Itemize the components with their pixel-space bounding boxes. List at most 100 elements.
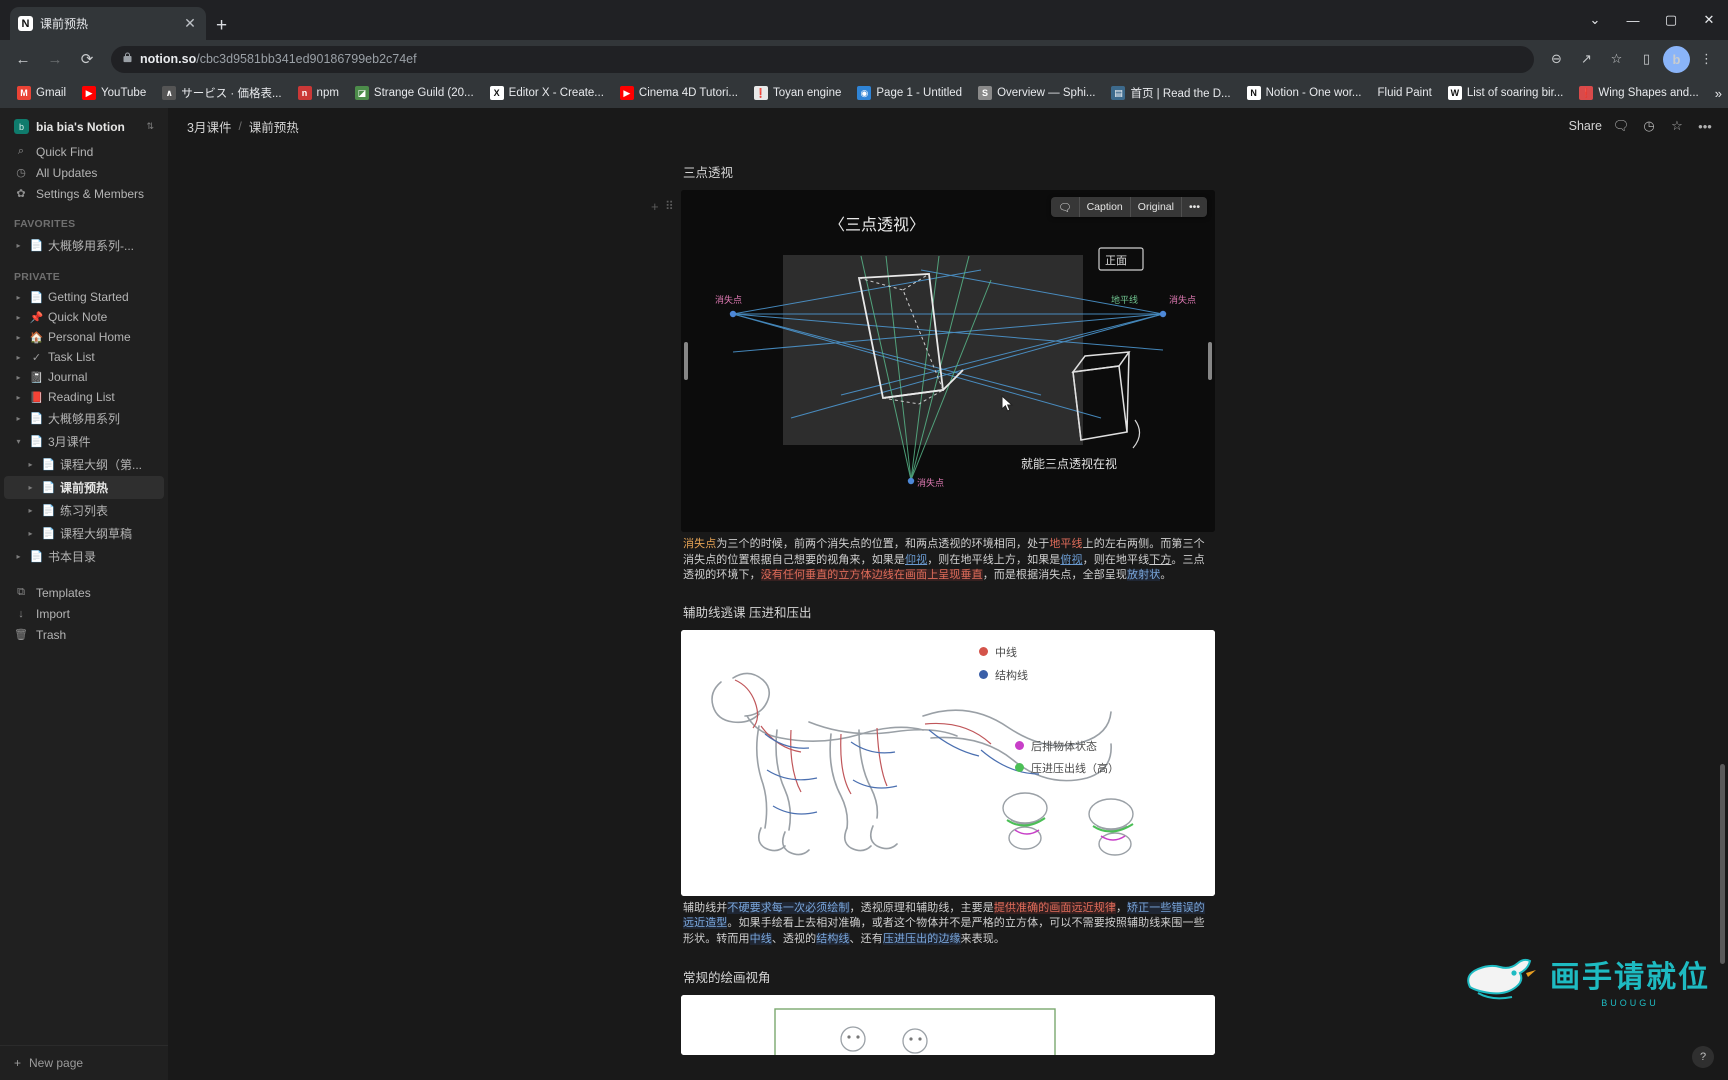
expand-caret-icon[interactable]: ▸: [12, 333, 25, 342]
sidebar-item-trash[interactable]: 🗑 Trash: [4, 624, 164, 645]
sidebar-page-item[interactable]: ▸ 🏠 Personal Home: [4, 327, 164, 347]
expand-caret-icon[interactable]: ▸: [12, 414, 25, 423]
image-three-point-perspective[interactable]: 正面 消失点 地平线 消失点 消失点 〈三点透视〉 就能三点透视在视 🗨 Cap…: [681, 190, 1215, 532]
expand-caret-icon[interactable]: ▸: [12, 313, 25, 322]
sidebar-page-item[interactable]: ▸ ✓ Task List: [4, 347, 164, 367]
tab-title: 课前预热: [40, 17, 89, 31]
side-panel-icon[interactable]: ▯: [1633, 46, 1660, 73]
expand-caret-icon[interactable]: ▸: [12, 241, 25, 250]
breadcrumb-current[interactable]: 课前预热: [244, 115, 304, 138]
zoom-icon[interactable]: ⊖: [1543, 46, 1570, 73]
caption-button[interactable]: Caption: [1080, 197, 1130, 217]
sidebar-item-quick-find[interactable]: ⌕ Quick Find: [4, 141, 164, 162]
bookmark-item[interactable]: ∧ サービス · 価格表...: [155, 82, 288, 104]
profile-avatar[interactable]: b: [1663, 45, 1690, 73]
sidebar-item-all-updates[interactable]: ◷ All Updates: [4, 162, 164, 183]
sidebar-page-item[interactable]: ▸ 📄 Getting Started: [4, 287, 164, 307]
expand-caret-icon[interactable]: ▸: [12, 393, 25, 402]
bookmark-item[interactable]: X Editor X - Create...: [483, 83, 611, 103]
sidebar-item-import[interactable]: ↓ Import: [4, 603, 164, 624]
sidebar-page-item[interactable]: ▾ 📄 3月课件: [4, 430, 164, 453]
sidebar-item-templates[interactable]: ⧉ Templates: [4, 582, 164, 603]
sidebar-page-item[interactable]: ▸ 📄 大概够用系列: [4, 407, 164, 430]
original-button[interactable]: Original: [1131, 197, 1181, 217]
sidebar-page-item[interactable]: ▸ 📓 Journal: [4, 367, 164, 387]
close-window-icon[interactable]: ✕: [1690, 3, 1728, 37]
updates-icon[interactable]: ◷: [1640, 118, 1658, 134]
image-resize-handle-right[interactable]: [1208, 342, 1212, 380]
drag-handle-icon[interactable]: ⠿: [665, 199, 674, 213]
sidebar-page-item[interactable]: ▸ 📄 练习列表: [4, 499, 164, 522]
comment-icon[interactable]: 🗨: [1612, 118, 1630, 134]
share-button[interactable]: Share: [1569, 119, 1602, 133]
expand-caret-icon[interactable]: ▸: [24, 529, 37, 538]
expand-caret-icon[interactable]: ▸: [12, 552, 25, 561]
close-tab-icon[interactable]: ✕: [182, 15, 198, 32]
add-block-icon[interactable]: +: [651, 199, 659, 214]
expand-caret-icon[interactable]: ▸: [12, 373, 25, 382]
sidebar-page-item[interactable]: ▸ 📄 课程大纲（第...: [4, 453, 164, 476]
bookmark-item[interactable]: S Overview — Sphi...: [971, 83, 1102, 103]
image-resize-handle-left[interactable]: [684, 342, 688, 380]
legend-label: 中线: [995, 645, 1017, 659]
sidebar-quick-actions: ⌕ Quick Find ◷ All Updates ✿ Settings & Membe…: [0, 141, 168, 204]
more-options-icon[interactable]: •••: [1696, 119, 1714, 134]
minimize-icon[interactable]: —: [1614, 3, 1652, 37]
bookmark-item[interactable]: ◪ Strange Guild (20...: [348, 83, 481, 103]
bookmarks-overflow-icon[interactable]: »: [1715, 86, 1722, 101]
sidebar-item-settings-members[interactable]: ✿ Settings & Members: [4, 183, 164, 204]
bookmark-favicon: X: [489, 86, 504, 100]
caption-run: 画面远近规律: [1049, 901, 1116, 914]
sidebar-page-label: Reading List: [48, 390, 115, 404]
bookmark-item[interactable]: ▤ 首页 | Read the D...: [1104, 82, 1237, 104]
maximize-icon[interactable]: ▢: [1652, 3, 1690, 37]
new-tab-button[interactable]: +: [216, 16, 227, 35]
favorite-star-icon[interactable]: ☆: [1668, 118, 1686, 134]
bookmark-item[interactable]: ❗ Toyan engine: [747, 83, 848, 103]
sidebar-page-item[interactable]: ▸ 📌 Quick Note: [4, 307, 164, 327]
bookmark-item[interactable]: M Gmail: [10, 83, 73, 103]
bookmark-item[interactable]: Fluid Paint: [1371, 84, 1439, 102]
sidebar-page-item[interactable]: ▸ 📄 书本目录: [4, 545, 164, 568]
scrollbar-thumb[interactable]: [1720, 764, 1725, 964]
bookmark-item[interactable]: W List of soaring bir...: [1441, 83, 1571, 103]
sidebar-page-item[interactable]: ▸ 📄 课前预热: [4, 476, 164, 499]
sidebar-page-item[interactable]: ▸ 📕 Reading List: [4, 387, 164, 407]
workspace-switcher[interactable]: b bia bia's Notion ⇅: [4, 112, 164, 141]
expand-caret-icon[interactable]: ▾: [12, 437, 25, 446]
tab-strip: N 课前预热 ✕ + ⌄ — ▢ ✕: [0, 0, 1728, 40]
import-icon: ↓: [18, 607, 24, 620]
image-comment-icon[interactable]: 🗨: [1051, 197, 1078, 217]
browser-menu-icon[interactable]: ⋮: [1693, 46, 1720, 73]
browser-toolbar: ← → ⟳ notion.so/cbc3d9581bb341ed90186799…: [0, 40, 1728, 78]
browser-tab[interactable]: N 课前预热 ✕: [10, 7, 206, 40]
new-page-button[interactable]: + New page: [0, 1045, 168, 1080]
sidebar-page-item[interactable]: ▸ 📄 课程大纲草稿: [4, 522, 164, 545]
bookmark-item[interactable]: ▶ YouTube: [75, 83, 153, 103]
topbar-actions: Share 🗨 ◷ ☆ •••: [1569, 118, 1714, 134]
expand-caret-icon[interactable]: ▸: [24, 460, 37, 469]
expand-caret-icon[interactable]: ▸: [24, 506, 37, 515]
back-icon[interactable]: ←: [8, 44, 38, 74]
vertical-scrollbar[interactable]: [1719, 144, 1726, 1080]
expand-caret-icon[interactable]: ▸: [12, 293, 25, 302]
bookmark-item[interactable]: N Notion - One wor...: [1240, 83, 1369, 103]
bookmark-item[interactable]: ❗ Wing Shapes and...: [1572, 83, 1705, 103]
bookmark-item[interactable]: ▶ Cinema 4D Tutori...: [613, 83, 745, 103]
image-drawing-angles[interactable]: [681, 995, 1215, 1055]
expand-caret-icon[interactable]: ▸: [12, 353, 25, 362]
reload-icon[interactable]: ⟳: [72, 44, 102, 74]
share-icon[interactable]: ↗: [1573, 46, 1600, 73]
image-more-icon[interactable]: •••: [1182, 197, 1207, 217]
expand-caret-icon[interactable]: ▸: [24, 483, 37, 492]
bookmark-item[interactable]: n npm: [291, 83, 346, 103]
sidebar-page-item[interactable]: ▸ 📄 大概够用系列-...: [4, 234, 164, 257]
tab-search-chevron-icon[interactable]: ⌄: [1576, 3, 1614, 37]
forward-icon[interactable]: →: [40, 44, 70, 74]
help-button[interactable]: ?: [1692, 1046, 1714, 1068]
bookmark-star-icon[interactable]: ☆: [1603, 46, 1630, 73]
breadcrumb-parent[interactable]: 3月课件: [182, 115, 236, 138]
image-dinosaur-guidelines[interactable]: 中线 结构线 后排物体状态 压进压出线（高）: [681, 629, 1215, 896]
address-bar[interactable]: notion.so/cbc3d9581bb341ed90186799eb2c74…: [111, 45, 1534, 73]
bookmark-item[interactable]: ◉ Page 1 - Untitled: [850, 83, 969, 103]
